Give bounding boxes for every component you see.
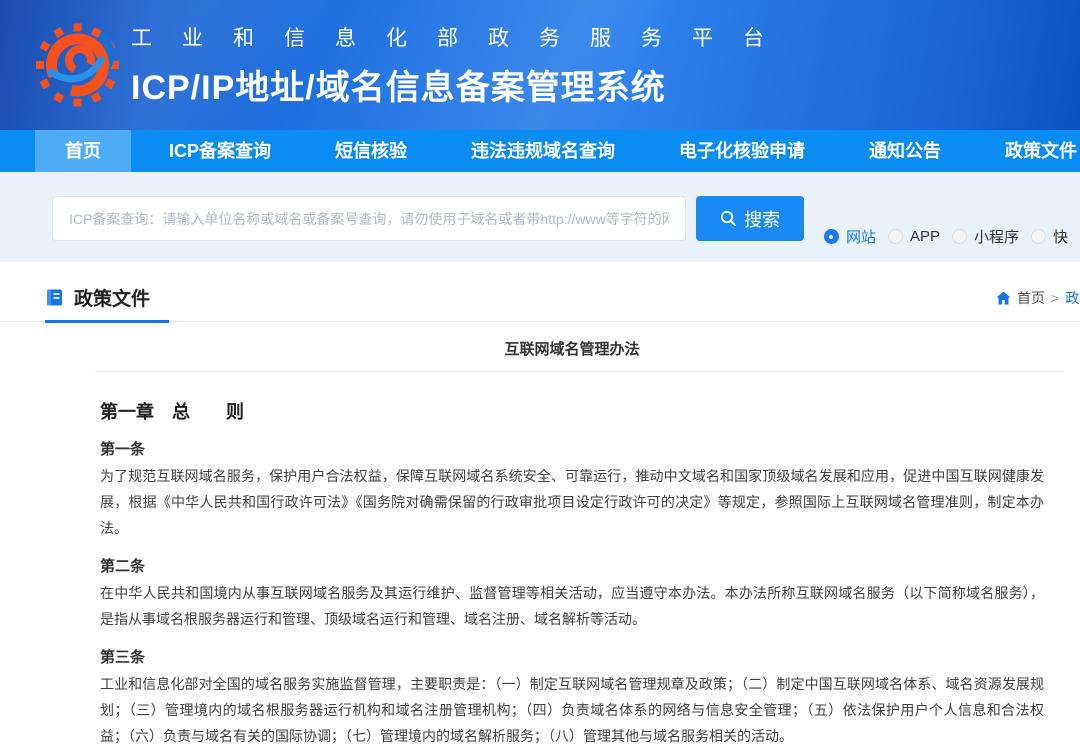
section-title: 政策文件 — [74, 284, 150, 311]
search-band: 搜索 网站 APP 小程序 快 — [0, 172, 1080, 262]
header: 工业和信息化部政务服务平台 ICP/IP地址/域名信息备案管理系统 — [0, 0, 1080, 130]
search-input[interactable] — [52, 196, 686, 241]
chapter-heading: 第一章 总 则 — [100, 398, 1044, 424]
breadcrumb: 首页 > 政策文件 — [996, 288, 1080, 308]
search-type-radios: 网站 APP 小程序 快 — [824, 226, 1080, 247]
nav-item-notices[interactable]: 通知公告 — [843, 130, 967, 172]
nav-item-policy-files[interactable]: 政策文件 — [979, 130, 1080, 172]
article-number: 第二条 — [100, 555, 1044, 576]
page: { "header": { "platform_title": "工业和信息化部… — [0, 0, 1080, 753]
header-titles: 工业和信息化部政务服务平台 ICP/IP地址/域名信息备案管理系统 — [131, 22, 794, 109]
main-content: 政策文件 首页 > 政策文件 互联网域名管理办法 第一章 总 则 第一条 为了规… — [0, 262, 1080, 753]
breadcrumb-home[interactable]: 首页 — [1017, 288, 1045, 308]
radio-circle-icon — [952, 229, 967, 244]
radio-app[interactable]: APP — [888, 228, 940, 245]
nav-item-sms-verify[interactable]: 短信核验 — [309, 130, 433, 172]
document-body: 互联网域名管理办法 第一章 总 则 第一条 为了规范互联网域名服务，保护用户合法… — [0, 322, 1080, 753]
search-button-label: 搜索 — [744, 206, 780, 232]
radio-website[interactable]: 网站 — [824, 226, 876, 247]
article-number: 第三条 — [100, 646, 1044, 667]
nav-item-illegal-domain-query[interactable]: 违法违规域名查询 — [445, 130, 641, 172]
article-number: 第一条 — [100, 438, 1044, 459]
radio-circle-icon — [824, 229, 839, 244]
nav-item-e-verification-apply[interactable]: 电子化核验申请 — [653, 130, 831, 172]
breadcrumb-current[interactable]: 政策文件 — [1065, 288, 1080, 308]
section-header: 政策文件 首页 > 政策文件 — [0, 262, 1080, 322]
main-nav: 首页 ICP备案查询 短信核验 违法违规域名查询 电子化核验申请 通知公告 政策… — [0, 130, 1080, 172]
article-text: 在中华人民共和国境内从事互联网域名服务及其运行维护、监督管理等相关活动，应当遵守… — [100, 580, 1044, 632]
article-text: 为了规范互联网域名服务，保护用户合法权益，保障互联网域名系统安全、可靠运行，推动… — [100, 463, 1044, 541]
miit-logo — [35, 10, 119, 120]
active-tab-underline — [45, 320, 169, 323]
radio-mini-program[interactable]: 小程序 — [952, 226, 1019, 247]
radio-circle-icon — [1031, 229, 1046, 244]
home-icon — [996, 291, 1011, 305]
document-title: 互联网域名管理办法 — [100, 338, 1044, 359]
breadcrumb-separator: > — [1051, 290, 1059, 306]
policy-file-icon — [45, 288, 64, 307]
system-title: ICP/IP地址/域名信息备案管理系统 — [131, 60, 794, 109]
radio-quick-app[interactable]: 快 — [1031, 226, 1068, 247]
nav-item-icp-query[interactable]: ICP备案查询 — [143, 130, 297, 172]
platform-title: 工业和信息化部政务服务平台 — [131, 22, 794, 52]
search-button[interactable]: 搜索 — [696, 196, 804, 241]
search-icon — [720, 210, 737, 227]
radio-circle-icon — [888, 229, 903, 244]
nav-item-home[interactable]: 首页 — [35, 130, 131, 172]
divider — [95, 371, 1064, 372]
article-text: 工业和信息化部对全国的域名服务实施监督管理，主要职责是：（一）制定互联网域名管理… — [100, 671, 1044, 749]
